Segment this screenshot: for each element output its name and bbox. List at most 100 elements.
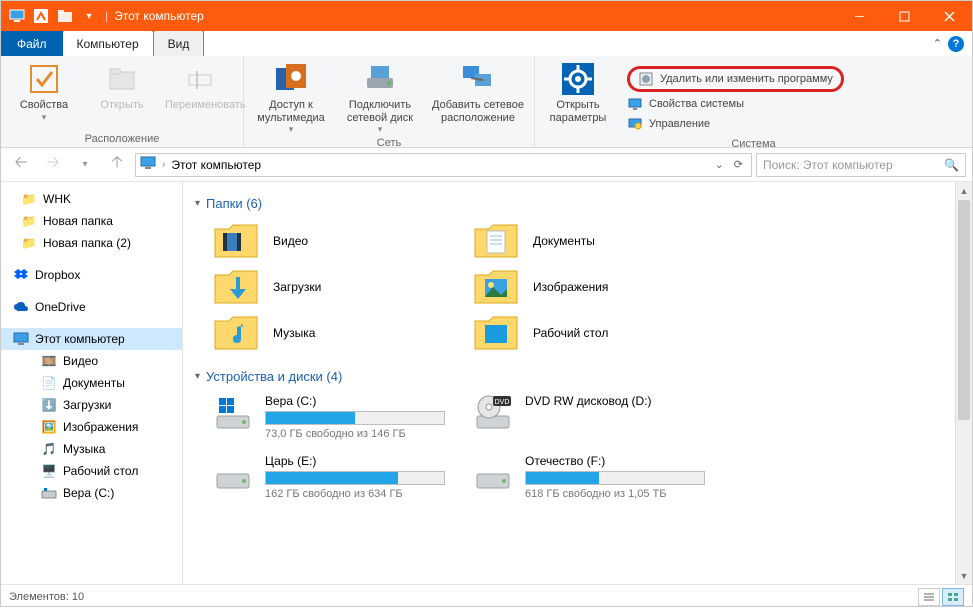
ribbon-collapse-icon[interactable]: ⌃ bbox=[933, 37, 942, 50]
rename-icon bbox=[183, 62, 217, 96]
recent-locations-button[interactable]: ▾ bbox=[71, 151, 99, 179]
address-bar[interactable]: › Этот компьютер ⌄ ⟳ bbox=[135, 153, 752, 177]
drive-e[interactable]: Царь (E:) 162 ГБ свободно из 634 ГБ bbox=[213, 454, 443, 500]
drive-name: Царь (E:) bbox=[265, 454, 445, 468]
explorer-body: 📁WHK 📁Новая папка 📁Новая папка (2) Dropb… bbox=[1, 182, 972, 584]
group-label-system: Система bbox=[543, 136, 964, 150]
music-folder-icon bbox=[213, 313, 259, 353]
tree-dropbox[interactable]: Dropbox bbox=[1, 264, 182, 286]
uninstall-program-button[interactable]: Удалить или изменить программу bbox=[627, 66, 844, 92]
dropbox-icon bbox=[13, 267, 29, 283]
scroll-up-icon[interactable]: ▲ bbox=[956, 182, 972, 199]
folder-documents[interactable]: Документы bbox=[473, 221, 703, 261]
details-view-button[interactable] bbox=[918, 588, 940, 606]
folder-icon: 📁 bbox=[21, 213, 37, 229]
back-button[interactable]: 🡠 bbox=[7, 151, 35, 179]
drive-c[interactable]: Вера (C:) 73,0 ГБ свободно из 146 ГБ bbox=[213, 394, 443, 440]
monitor-icon bbox=[627, 96, 643, 112]
hdd-icon bbox=[473, 454, 513, 490]
map-drive-button[interactable]: Подключить сетевой диск ▾ bbox=[338, 60, 422, 135]
folder-pictures[interactable]: Изображения bbox=[473, 267, 703, 307]
maximize-button[interactable] bbox=[882, 1, 927, 31]
vertical-scrollbar[interactable]: ▲ ▼ bbox=[955, 182, 972, 584]
status-bar: Элементов: 10 bbox=[1, 584, 972, 608]
tree-item[interactable]: 📁Новая папка bbox=[1, 210, 182, 232]
tab-view[interactable]: Вид bbox=[154, 31, 204, 56]
folder-desktop[interactable]: Рабочий стол bbox=[473, 313, 703, 353]
up-button[interactable]: 🡡 bbox=[103, 151, 131, 179]
system-list: Удалить или изменить программу Свойства … bbox=[621, 60, 852, 136]
tree-this-pc[interactable]: Этот компьютер bbox=[1, 328, 182, 350]
tab-file[interactable]: Файл bbox=[1, 31, 63, 56]
search-icon: 🔍 bbox=[944, 158, 959, 172]
tree-item-drive-c[interactable]: Вера (C:) bbox=[1, 482, 182, 504]
tree-item[interactable]: 📁Новая папка (2) bbox=[1, 232, 182, 254]
quick-access-toolbar: ▾ bbox=[1, 6, 105, 26]
folders-grid: Видео Документы Загрузки Изображения Муз… bbox=[213, 221, 960, 353]
tree-item-downloads[interactable]: ⬇️Загрузки bbox=[1, 394, 182, 416]
network-drive-icon bbox=[363, 62, 397, 96]
drive-subtext: 73,0 ГБ свободно из 146 ГБ bbox=[265, 428, 445, 440]
drives-grid: Вера (C:) 73,0 ГБ свободно из 146 ГБ DVD… bbox=[213, 394, 960, 500]
folder-video[interactable]: Видео bbox=[213, 221, 443, 261]
navigation-tree[interactable]: 📁WHK 📁Новая папка 📁Новая папка (2) Dropb… bbox=[1, 182, 183, 584]
drive-dvd[interactable]: DVD DVD RW дисковод (D:) bbox=[473, 394, 703, 440]
system-properties-button[interactable]: Свойства системы bbox=[627, 96, 846, 112]
add-net-location-button[interactable]: Добавить сетевое расположение bbox=[430, 60, 526, 124]
tab-computer[interactable]: Компьютер bbox=[63, 31, 153, 56]
scroll-down-icon[interactable]: ▼ bbox=[956, 567, 972, 584]
media-access-button[interactable]: Доступ к мультимедиа ▾ bbox=[252, 60, 330, 135]
tree-item-desktop[interactable]: 🖥️Рабочий стол bbox=[1, 460, 182, 482]
picture-icon: 🖼️ bbox=[41, 419, 57, 435]
folder-music[interactable]: Музыка bbox=[213, 313, 443, 353]
help-icon[interactable]: ? bbox=[948, 36, 964, 52]
tree-item-documents[interactable]: 📄Документы bbox=[1, 372, 182, 394]
cloud-icon bbox=[13, 299, 29, 315]
this-pc-icon bbox=[140, 156, 156, 173]
window-controls: ─ bbox=[837, 1, 972, 31]
tree-item-music[interactable]: 🎵Музыка bbox=[1, 438, 182, 460]
breadcrumb-root[interactable]: Этот компьютер bbox=[171, 158, 261, 172]
folder-label: Музыка bbox=[273, 326, 315, 340]
tree-item[interactable]: 📁WHK bbox=[1, 188, 182, 210]
forward-button[interactable]: 🡢 bbox=[39, 151, 67, 179]
close-button[interactable] bbox=[927, 1, 972, 31]
document-icon: 📄 bbox=[41, 375, 57, 391]
open-settings-button[interactable]: Открыть параметры bbox=[543, 60, 613, 124]
window-title: Этот компьютер bbox=[108, 9, 204, 23]
drive-name: Вера (C:) bbox=[265, 394, 445, 408]
open-label: Открыть bbox=[87, 99, 157, 112]
tree-item-pictures[interactable]: 🖼️Изображения bbox=[1, 416, 182, 438]
tree-onedrive[interactable]: OneDrive bbox=[1, 296, 182, 318]
map-drive-label: Подключить сетевой диск bbox=[338, 99, 422, 124]
large-icons-view-button[interactable] bbox=[942, 588, 964, 606]
refresh-button[interactable]: ⟳ bbox=[730, 158, 747, 171]
chevron-right-icon[interactable]: › bbox=[162, 159, 165, 170]
tree-item-video[interactable]: 🎞️Видео bbox=[1, 350, 182, 372]
scroll-thumb[interactable] bbox=[958, 200, 970, 420]
video-icon: 🎞️ bbox=[41, 353, 57, 369]
section-drives[interactable]: Устройства и диски (4) bbox=[195, 369, 960, 384]
address-dropdown-icon[interactable]: ⌄ bbox=[711, 158, 728, 171]
os-drive-icon bbox=[213, 394, 253, 430]
qat-dropdown-icon[interactable]: ▾ bbox=[79, 6, 99, 26]
content-view[interactable]: Папки (6) Видео Документы Загрузки Изобр… bbox=[183, 182, 972, 584]
new-folder-qat-icon[interactable] bbox=[55, 6, 75, 26]
drive-name: DVD RW дисковод (D:) bbox=[525, 394, 703, 408]
minimize-button[interactable]: ─ bbox=[837, 1, 882, 31]
management-button[interactable]: Управление bbox=[627, 116, 846, 132]
music-icon: 🎵 bbox=[41, 441, 57, 457]
properties-button[interactable]: Свойства ▾ bbox=[9, 60, 79, 122]
svg-text:DVD: DVD bbox=[495, 399, 510, 406]
folder-downloads[interactable]: Загрузки bbox=[213, 267, 443, 307]
rename-button: Переименовать bbox=[165, 60, 235, 112]
navigation-row: 🡠 🡢 ▾ 🡡 › Этот компьютер ⌄ ⟳ Поиск: Этот… bbox=[1, 148, 972, 182]
properties-qat-icon[interactable] bbox=[31, 6, 51, 26]
download-icon: ⬇️ bbox=[41, 397, 57, 413]
search-input[interactable]: Поиск: Этот компьютер 🔍 bbox=[756, 153, 966, 177]
section-folders[interactable]: Папки (6) bbox=[195, 196, 960, 211]
ribbon: Свойства ▾ Открыть Переименовать Располо… bbox=[1, 56, 972, 148]
folder-icon: 📁 bbox=[21, 235, 37, 251]
drive-f[interactable]: Отечество (F:) 618 ГБ свободно из 1,05 Т… bbox=[473, 454, 703, 500]
checkmark-icon bbox=[27, 62, 61, 96]
